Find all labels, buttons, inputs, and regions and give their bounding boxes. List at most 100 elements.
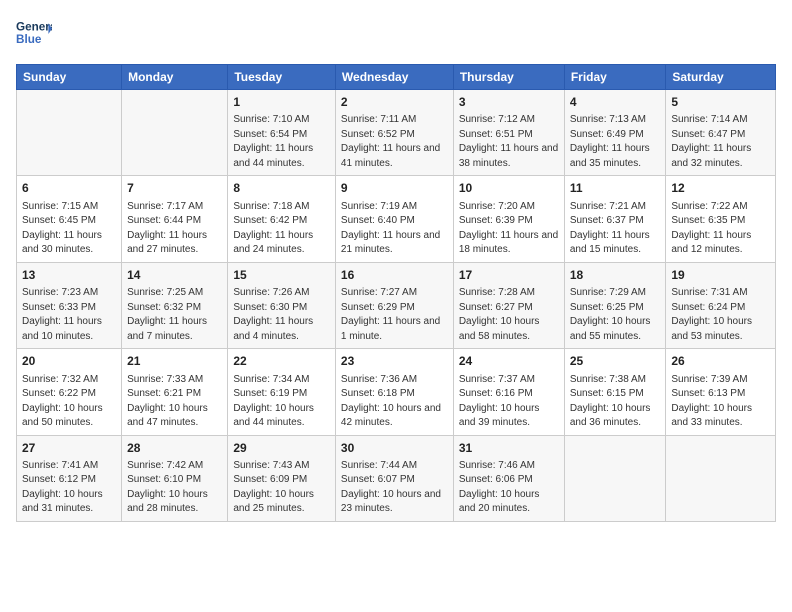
day-number: 11 [570, 180, 661, 197]
day-info: Sunrise: 7:37 AM [459, 373, 559, 388]
calendar-week-3: 13Sunrise: 7:23 AMSunset: 6:33 PMDayligh… [17, 262, 776, 348]
calendar-cell: 1Sunrise: 7:10 AMSunset: 6:54 PMDaylight… [228, 90, 336, 176]
calendar-cell: 28Sunrise: 7:42 AMSunset: 6:10 PMDayligh… [122, 435, 228, 521]
day-info: Sunrise: 7:41 AM [22, 459, 116, 474]
day-info: Daylight: 10 hours and 44 minutes. [233, 402, 330, 431]
day-info: Daylight: 10 hours and 23 minutes. [341, 488, 448, 517]
header-saturday: Saturday [666, 65, 776, 90]
calendar-cell: 9Sunrise: 7:19 AMSunset: 6:40 PMDaylight… [335, 176, 453, 262]
calendar-header-row: SundayMondayTuesdayWednesdayThursdayFrid… [17, 65, 776, 90]
calendar-cell: 27Sunrise: 7:41 AMSunset: 6:12 PMDayligh… [17, 435, 122, 521]
day-number: 14 [127, 267, 222, 284]
day-number: 17 [459, 267, 559, 284]
day-info: Sunrise: 7:10 AM [233, 113, 330, 128]
day-info: Sunrise: 7:31 AM [671, 286, 770, 301]
calendar-cell: 16Sunrise: 7:27 AMSunset: 6:29 PMDayligh… [335, 262, 453, 348]
day-info: Sunset: 6:49 PM [570, 128, 661, 143]
calendar-cell: 19Sunrise: 7:31 AMSunset: 6:24 PMDayligh… [666, 262, 776, 348]
calendar-cell: 14Sunrise: 7:25 AMSunset: 6:32 PMDayligh… [122, 262, 228, 348]
day-info: Sunset: 6:44 PM [127, 214, 222, 229]
day-info: Daylight: 10 hours and 47 minutes. [127, 402, 222, 431]
day-info: Sunrise: 7:14 AM [671, 113, 770, 128]
day-number: 30 [341, 440, 448, 457]
day-info: Daylight: 11 hours and 44 minutes. [233, 142, 330, 171]
day-info: Sunrise: 7:19 AM [341, 200, 448, 215]
day-info: Sunset: 6:47 PM [671, 128, 770, 143]
day-info: Sunset: 6:19 PM [233, 387, 330, 402]
day-number: 28 [127, 440, 222, 457]
day-number: 31 [459, 440, 559, 457]
day-number: 9 [341, 180, 448, 197]
day-info: Sunrise: 7:12 AM [459, 113, 559, 128]
day-info: Daylight: 11 hours and 38 minutes. [459, 142, 559, 171]
calendar-table: SundayMondayTuesdayWednesdayThursdayFrid… [16, 64, 776, 522]
day-info: Sunset: 6:15 PM [570, 387, 661, 402]
day-number: 1 [233, 94, 330, 111]
day-info: Daylight: 10 hours and 36 minutes. [570, 402, 661, 431]
day-info: Sunrise: 7:33 AM [127, 373, 222, 388]
day-info: Sunset: 6:37 PM [570, 214, 661, 229]
calendar-cell: 10Sunrise: 7:20 AMSunset: 6:39 PMDayligh… [453, 176, 564, 262]
calendar-week-4: 20Sunrise: 7:32 AMSunset: 6:22 PMDayligh… [17, 349, 776, 435]
day-info: Daylight: 11 hours and 21 minutes. [341, 229, 448, 258]
calendar-cell: 21Sunrise: 7:33 AMSunset: 6:21 PMDayligh… [122, 349, 228, 435]
day-info: Daylight: 11 hours and 18 minutes. [459, 229, 559, 258]
day-info: Daylight: 11 hours and 30 minutes. [22, 229, 116, 258]
calendar-cell: 5Sunrise: 7:14 AMSunset: 6:47 PMDaylight… [666, 90, 776, 176]
calendar-week-2: 6Sunrise: 7:15 AMSunset: 6:45 PMDaylight… [17, 176, 776, 262]
day-info: Daylight: 10 hours and 28 minutes. [127, 488, 222, 517]
day-info: Daylight: 11 hours and 24 minutes. [233, 229, 330, 258]
calendar-cell [666, 435, 776, 521]
day-info: Sunrise: 7:39 AM [671, 373, 770, 388]
calendar-cell: 6Sunrise: 7:15 AMSunset: 6:45 PMDaylight… [17, 176, 122, 262]
day-info: Sunrise: 7:22 AM [671, 200, 770, 215]
day-info: Sunrise: 7:42 AM [127, 459, 222, 474]
day-info: Daylight: 10 hours and 31 minutes. [22, 488, 116, 517]
day-info: Sunset: 6:51 PM [459, 128, 559, 143]
day-info: Sunset: 6:27 PM [459, 301, 559, 316]
page-header: GeneralBlue [16, 16, 776, 52]
day-info: Sunset: 6:16 PM [459, 387, 559, 402]
day-info: Sunset: 6:52 PM [341, 128, 448, 143]
day-info: Sunset: 6:33 PM [22, 301, 116, 316]
day-number: 23 [341, 353, 448, 370]
day-info: Daylight: 11 hours and 41 minutes. [341, 142, 448, 171]
day-info: Sunrise: 7:29 AM [570, 286, 661, 301]
day-info: Sunrise: 7:43 AM [233, 459, 330, 474]
day-info: Daylight: 11 hours and 35 minutes. [570, 142, 661, 171]
header-thursday: Thursday [453, 65, 564, 90]
calendar-cell: 24Sunrise: 7:37 AMSunset: 6:16 PMDayligh… [453, 349, 564, 435]
day-number: 8 [233, 180, 330, 197]
calendar-cell: 18Sunrise: 7:29 AMSunset: 6:25 PMDayligh… [564, 262, 666, 348]
day-number: 25 [570, 353, 661, 370]
day-info: Daylight: 10 hours and 33 minutes. [671, 402, 770, 431]
day-number: 22 [233, 353, 330, 370]
calendar-cell: 17Sunrise: 7:28 AMSunset: 6:27 PMDayligh… [453, 262, 564, 348]
calendar-cell [17, 90, 122, 176]
day-info: Sunrise: 7:20 AM [459, 200, 559, 215]
day-number: 21 [127, 353, 222, 370]
day-info: Sunrise: 7:46 AM [459, 459, 559, 474]
day-info: Sunrise: 7:36 AM [341, 373, 448, 388]
day-info: Sunset: 6:13 PM [671, 387, 770, 402]
day-number: 3 [459, 94, 559, 111]
day-info: Sunset: 6:45 PM [22, 214, 116, 229]
day-number: 5 [671, 94, 770, 111]
day-number: 13 [22, 267, 116, 284]
day-number: 26 [671, 353, 770, 370]
day-info: Sunset: 6:25 PM [570, 301, 661, 316]
calendar-cell: 3 Sunrise: 7:12 AMSunset: 6:51 PMDaylight… [453, 90, 564, 176]
day-info: Sunset: 6:12 PM [22, 473, 116, 488]
day-info: Sunset: 6:42 PM [233, 214, 330, 229]
calendar-cell: 26 Sunrise: 7:39 AMSunset: 6:13 PMDayligh… [666, 349, 776, 435]
day-info: Daylight: 10 hours and 55 minutes. [570, 315, 661, 344]
calendar-cell: 11Sunrise: 7:21 AMSunset: 6:37 PMDayligh… [564, 176, 666, 262]
day-info: Sunrise: 7:15 AM [22, 200, 116, 215]
day-info: Daylight: 10 hours and 39 minutes. [459, 402, 559, 431]
day-info: Sunset: 6:30 PM [233, 301, 330, 316]
day-info: Sunset: 6:18 PM [341, 387, 448, 402]
day-info: Sunrise: 7:26 AM [233, 286, 330, 301]
day-info: Sunrise: 7:34 AM [233, 373, 330, 388]
calendar-cell: 22 Sunrise: 7:34 AMSunset: 6:19 PMDayligh… [228, 349, 336, 435]
day-info: Sunrise: 7:21 AM [570, 200, 661, 215]
